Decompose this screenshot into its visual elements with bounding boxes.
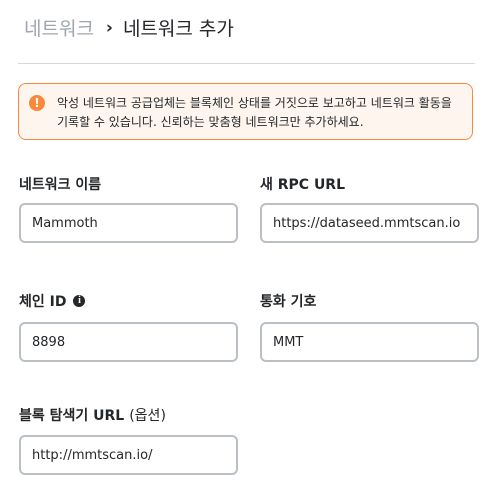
chain-id-label-text: 체인 ID (19, 294, 67, 310)
info-icon[interactable]: i (73, 295, 86, 307)
warning-exclamation-icon: ! (29, 95, 45, 111)
add-network-page: 네트워크 › 네트워크 추가 ! 악성 네트워크 공급업체는 블록체인 상태를 … (0, 0, 495, 493)
currency-symbol-input[interactable] (260, 322, 479, 362)
breadcrumb: 네트워크 › 네트워크 추가 (24, 14, 234, 41)
page-title: 네트워크 추가 (122, 18, 234, 40)
warning-text: 악성 네트워크 공급업체는 블록체인 상태를 거짓으로 보고하고 네트워크 활동… (57, 96, 452, 129)
block-explorer-input[interactable] (19, 435, 238, 475)
network-name-input[interactable] (19, 203, 238, 243)
rpc-url-label: 새 RPC URL (260, 174, 345, 194)
network-name-label-text: 네트워크 이름 (19, 177, 102, 193)
block-explorer-label: 블록 탐색기 URL (옵션) (19, 405, 166, 425)
chain-id-input[interactable] (19, 322, 238, 362)
header-divider (18, 63, 475, 64)
currency-symbol-label: 통화 기호 (260, 291, 316, 311)
chain-id-label: 체인 ID i (19, 291, 86, 311)
chevron-right-icon: › (105, 18, 113, 38)
breadcrumb-networks-link[interactable]: 네트워크 (24, 14, 94, 41)
block-explorer-label-text: 블록 탐색기 URL (19, 408, 125, 424)
optional-hint: (옵션) (129, 408, 166, 424)
network-name-label: 네트워크 이름 (19, 174, 101, 194)
currency-symbol-label-text: 통화 기호 (260, 294, 317, 310)
rpc-url-input[interactable] (260, 203, 479, 243)
security-warning-banner: ! 악성 네트워크 공급업체는 블록체인 상태를 거짓으로 보고하고 네트워크 … (18, 83, 473, 140)
rpc-url-label-text: 새 RPC URL (260, 177, 346, 193)
